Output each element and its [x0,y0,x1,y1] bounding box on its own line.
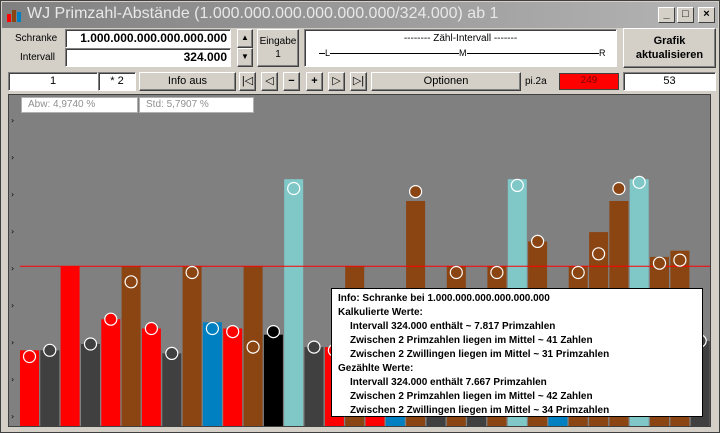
multiplier-field[interactable]: * 2 [98,72,136,91]
data-point [43,343,57,357]
chart-bar [223,328,243,426]
data-point [226,325,240,339]
marker-m[interactable]: M [459,48,467,58]
info-heading-calc: Kalkulierte Werte: [338,307,423,318]
next-icon[interactable]: ▷ [328,72,345,91]
std-stat: Std: 5,7907 % [139,97,254,113]
last-icon[interactable]: ▷| [350,72,367,91]
info-panel: Info: Schranke bei 1.000.000.000.000.000… [331,288,703,417]
plus-icon[interactable]: + [306,72,323,91]
data-point [144,321,158,336]
chart-bar [202,322,222,426]
close-button[interactable]: × [698,7,715,23]
data-point [205,321,219,336]
spin-up-button[interactable]: ▲ [237,29,253,48]
eingabe-button[interactable]: Eingabe 1 [257,29,299,67]
marker-l[interactable]: L [325,48,331,58]
prev-icon[interactable]: ◁ [261,72,278,91]
grafik-label-1: Grafik [653,35,686,47]
grafik-label-2: aktualisieren [635,49,704,61]
axis-tick: › [11,264,14,273]
pi-value: 249 [559,73,619,90]
optionen-button[interactable]: Optionen [371,72,521,91]
chart-bar [101,319,121,426]
data-point [287,181,301,196]
intervall-input[interactable]: 324.000 [65,48,231,67]
chart-bar [60,266,80,426]
first-icon[interactable]: |◁ [239,72,256,91]
chart-bar [141,328,161,426]
data-point [490,265,504,280]
grafik-aktualisieren-button[interactable]: Grafik aktualisieren [623,28,716,68]
data-point [612,181,626,196]
chart-bar [162,353,182,426]
info-line: Zwischen 2 Primzahlen liegen im Mittel ~… [350,335,593,346]
data-point [83,337,98,351]
app-window: WJ Primzahl-Abstände (1.000.000.000.000.… [0,0,720,433]
axis-tick: › [11,153,14,162]
axis-tick: › [11,412,14,421]
data-point [530,234,545,248]
axis-tick: › [11,190,14,199]
data-point [449,265,463,280]
count-field[interactable]: 53 [623,72,716,91]
data-point [124,275,138,289]
intervall-label: Intervall [20,52,56,63]
data-point [246,340,260,354]
info-line: Info: Schranke bei 1.000.000.000.000.000… [338,293,550,304]
info-line: Intervall 324.000 enthält 7.667 Primzahl… [350,377,547,388]
data-point [632,175,646,189]
data-point [591,247,606,261]
info-line: Intervall 324.000 enthält ~ 7.817 Primza… [350,321,556,332]
data-point [165,346,179,360]
spin-down-button[interactable]: ▼ [237,48,253,67]
schranke-input[interactable]: 1.000.000.000.000.000.000 [65,29,231,48]
info-line: Zwischen 2 Primzahlen liegen im Mittel ~… [350,391,593,402]
maximize-button[interactable]: □ [677,7,694,23]
axis-tick: › [11,227,14,236]
chart-bar [81,344,100,426]
chart-bar [182,266,202,426]
axis-tick: › [11,116,14,125]
window-title: WJ Primzahl-Abstände (1.000.000.000.000.… [27,5,499,22]
page-field[interactable]: 1 [8,72,98,91]
info-heading-counted: Gezählte Werte: [338,363,414,374]
app-icon [7,10,21,22]
axis-tick: › [11,301,14,310]
data-point [307,340,321,354]
chart-bar [304,347,324,426]
info-aus-button[interactable]: Info aus [139,72,236,91]
data-point [185,265,199,280]
eingabe-value: 1 [275,49,281,60]
info-line: Zwischen 2 Zwillingen liegen im Mittel ~… [350,405,610,416]
data-point [652,256,667,270]
pi-label: pi.2a [525,76,547,87]
data-point [22,349,37,364]
data-point [673,253,687,267]
zaehl-intervall-title: -------- Zähl-Intervall ------- [403,33,518,44]
info-line: Zwischen 2 Zwillingen liegen im Mittel ~… [350,349,610,360]
eingabe-label: Eingabe [259,36,297,47]
chart-bar [284,179,304,426]
data-point [571,265,585,280]
chart-bar [40,350,60,426]
chart-bar [121,266,141,426]
abw-stat: Abw: 4,9740 % [21,97,138,113]
schranke-label: Schranke [15,33,58,44]
marker-r[interactable]: R [599,48,606,58]
zaehl-intervall-panel: -------- Zähl-Intervall ------- L M R [304,29,617,67]
chart-bar [263,334,283,426]
data-point [266,325,280,339]
title-bar[interactable]: WJ Primzahl-Abstände (1.000.000.000.000.… [2,2,718,28]
data-point [409,184,423,199]
minimize-button[interactable]: _ [658,7,675,23]
axis-tick: › [11,375,14,384]
data-point [104,312,118,326]
data-point [510,178,524,193]
axis-tick: › [11,338,14,347]
minus-icon[interactable]: − [283,72,300,91]
